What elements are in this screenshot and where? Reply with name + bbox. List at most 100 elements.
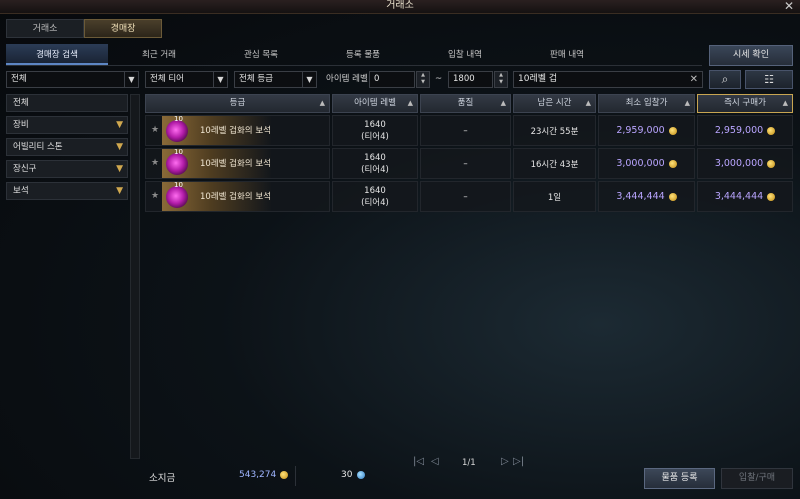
category-select-value: 전체 (11, 74, 27, 84)
gem-level-badge: 10 (174, 115, 183, 123)
sub-tabs: 경매장 검색 최근 거래 관심 목록 등록 물품 입찰 내역 판매 내역 (6, 44, 702, 66)
price-check-button[interactable]: 시세 확인 (709, 45, 793, 66)
tab-bid-history[interactable]: 입찰 내역 (414, 44, 516, 65)
gold-amount: 543,274 (239, 470, 289, 480)
gem-level-badge: 10 (174, 148, 183, 156)
search-button[interactable]: ⌕ (709, 70, 741, 89)
price-value: 3,444,444 (714, 191, 764, 202)
crystal-icon (357, 471, 366, 479)
gem-icon (166, 120, 188, 142)
search-icon: ⌕ (721, 72, 729, 86)
tab-recent-trades[interactable]: 최근 거래 (108, 44, 210, 65)
column-item-level[interactable]: 아이템 레벨 ▲ (332, 94, 418, 113)
clear-icon[interactable]: ✕ (690, 72, 698, 87)
gem-level-badge: 10 (174, 181, 183, 189)
page-indicator: 1/1 (462, 458, 476, 468)
tab-registered-items[interactable]: 등록 물품 (312, 44, 414, 65)
divider (295, 466, 296, 486)
favorite-star-icon[interactable]: ★ (151, 125, 159, 135)
next-page-icon[interactable]: ▷ (501, 456, 509, 467)
top-tabs: 거래소 경매장 (6, 19, 162, 38)
prev-page-icon[interactable]: ◁ (431, 456, 439, 467)
chevron-down-icon: ▼ (302, 72, 316, 87)
column-min-bid[interactable]: 최소 입찰가 ▲ (598, 94, 695, 113)
gold-coin-icon (767, 159, 776, 168)
gem-icon (166, 186, 188, 208)
chevron-down-icon: ▼ (124, 72, 138, 87)
sort-icon: ▲ (782, 99, 788, 107)
gold-coin-icon (280, 471, 289, 479)
sidebar-item-gem[interactable]: 보석 ▼ (6, 182, 128, 200)
sidebar-item-label: 장신구 (13, 164, 37, 174)
level-min-input[interactable]: 0 (369, 71, 415, 88)
column-label: 즉시 구매가 (724, 98, 766, 108)
tab-auction[interactable]: 경매장 (84, 19, 162, 38)
favorite-star-icon[interactable]: ★ (151, 191, 159, 201)
tab-sales-history[interactable]: 판매 내역 (516, 44, 618, 65)
sidebar-item-accessory[interactable]: 장신구 ▼ (6, 160, 128, 178)
sidebar-item-ability-stone[interactable]: 어빌리티 스톤 ▼ (6, 138, 128, 156)
chevron-down-icon: ▼ (116, 164, 123, 174)
category-select[interactable]: 전체 ▼ (6, 71, 139, 88)
title-bar: 거래소 ✕ (0, 0, 800, 14)
price-value: 3,000,000 (616, 158, 665, 169)
sidebar-item-label: 보석 (13, 186, 29, 196)
favorite-star-icon[interactable]: ★ (151, 158, 159, 168)
search-input[interactable]: 10레벨 겁 ✕ (513, 71, 703, 88)
table-row[interactable]: ★ 10 10레벨 겁화의 보석 1640 (티어4) – 23시간 55분 2… (145, 115, 793, 146)
level-min-stepper[interactable]: ▲ ▼ (416, 71, 430, 88)
register-item-button[interactable]: 물품 등록 (644, 468, 715, 489)
level-max-stepper[interactable]: ▲ ▼ (494, 71, 508, 88)
close-icon[interactable]: ✕ (784, 0, 794, 12)
column-label: 품질 (457, 98, 474, 108)
price-value: 3,444,444 (616, 191, 665, 202)
item-level-label: 아이템 레벨 (326, 74, 368, 84)
item-level: 1640 (364, 119, 386, 130)
min-bid-price: 3,000,000 (616, 158, 677, 169)
sort-icon: ▲ (684, 99, 690, 107)
range-separator: ~ (435, 74, 443, 84)
item-cell: ★ 10 10레벨 겁화의 보석 (145, 181, 330, 212)
column-buy-now[interactable]: 즉시 구매가 ▲ (697, 94, 793, 113)
buy-now-price: 2,959,000 (715, 125, 776, 136)
min-bid-cell: 3,444,444 (598, 181, 695, 212)
gold-value: 543,274 (239, 470, 277, 480)
advanced-filter-button[interactable]: ☷ (745, 70, 793, 89)
sidebar-item-equipment[interactable]: 장비 ▼ (6, 116, 128, 134)
gold-coin-icon (767, 192, 776, 201)
gold-coin-icon (767, 126, 776, 135)
last-page-icon[interactable]: ▷| (513, 456, 524, 467)
gem-icon (166, 153, 188, 175)
tier-select[interactable]: 전체 티어 ▼ (145, 71, 228, 88)
buy-now-cell: 2,959,000 (697, 115, 793, 146)
level-max-input[interactable]: 1800 (448, 71, 493, 88)
column-grade[interactable]: 등급 ▲ (145, 94, 330, 113)
item-tier: (티어4) (361, 131, 389, 142)
window-title: 거래소 (386, 0, 414, 11)
buy-now-price: 3,444,444 (714, 191, 776, 202)
first-page-icon[interactable]: |◁ (413, 456, 424, 467)
sidebar-scrollbar[interactable] (130, 94, 140, 459)
chevron-down-icon: ▼ (116, 186, 123, 196)
tab-exchange[interactable]: 거래소 (6, 19, 84, 38)
column-label: 아이템 레벨 (354, 98, 396, 108)
buy-now-price: 3,000,000 (714, 158, 776, 169)
price-value: 3,000,000 (714, 158, 764, 169)
min-bid-cell: 2,959,000 (598, 115, 695, 146)
chevron-down-icon: ▼ (213, 72, 227, 87)
sidebar-item-all[interactable]: 전체 (6, 94, 128, 112)
bid-buy-button[interactable]: 입찰/구매 (721, 468, 793, 489)
quality-cell: – (420, 181, 511, 212)
table-row[interactable]: ★ 10 10레벨 겁화의 보석 1640 (티어4) – 1일 3,444,4… (145, 181, 793, 212)
grade-select[interactable]: 전체 등급 ▼ (234, 71, 317, 88)
min-bid-price: 3,444,444 (616, 191, 677, 202)
footer-bar: |◁ ◁ ▷ ▷| 1/1 소지금 543,274 30 물품 등록 입찰/구매 (145, 456, 793, 496)
item-level: 1640 (364, 185, 386, 196)
tab-auction-search[interactable]: 경매장 검색 (6, 44, 108, 65)
tab-watchlist[interactable]: 관심 목록 (210, 44, 312, 65)
buy-now-cell: 3,000,000 (697, 148, 793, 179)
column-time-left[interactable]: 남은 시간 ▲ (513, 94, 596, 113)
table-row[interactable]: ★ 10 10레벨 겁화의 보석 1640 (티어4) – 16시간 43분 3… (145, 148, 793, 179)
sidebar-item-label: 전체 (13, 98, 29, 108)
column-quality[interactable]: 품질 ▲ (420, 94, 511, 113)
